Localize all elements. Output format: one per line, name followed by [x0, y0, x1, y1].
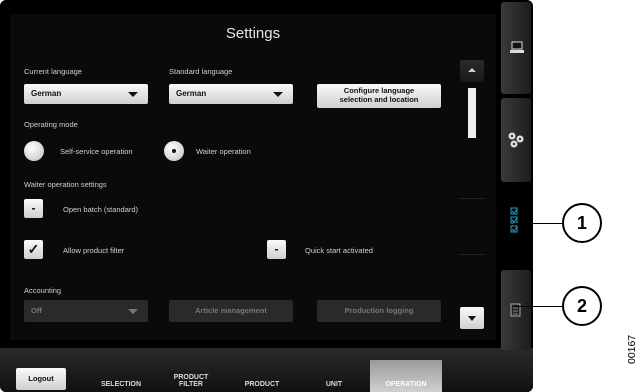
- side-tab-checklist[interactable]: [501, 186, 531, 266]
- arrow-up-icon: [468, 68, 476, 72]
- standard-language-label: Standard language: [169, 67, 233, 76]
- scroll-track-divider: [459, 254, 485, 255]
- radio-selected-dot: [172, 149, 176, 153]
- scroll-down-button[interactable]: [460, 307, 484, 329]
- bottom-navigation-bar: Logout SELECTION PRODUCT FILTER PRODUCT …: [0, 348, 533, 392]
- settings-scrollbar[interactable]: [457, 58, 487, 338]
- callout-1: 1: [562, 203, 602, 243]
- callout-2: 2: [562, 286, 602, 326]
- document-icon: [510, 303, 521, 317]
- arrow-down-icon: [468, 316, 476, 321]
- chevron-down-icon: [128, 309, 138, 314]
- document-id: 00167: [626, 334, 638, 364]
- tab-product-filter[interactable]: PRODUCT FILTER: [156, 360, 226, 392]
- waiter-operation-label: Waiter operation: [196, 147, 251, 156]
- production-logging-button[interactable]: Production logging: [317, 300, 441, 322]
- configure-language-button[interactable]: Configure language selection and locatio…: [317, 84, 441, 108]
- article-management-button[interactable]: Article management: [169, 300, 293, 322]
- accounting-label: Accounting: [24, 286, 62, 295]
- accounting-dropdown[interactable]: Off: [24, 300, 148, 322]
- current-language-value: German: [31, 89, 62, 98]
- tab-operation[interactable]: OPERATION: [370, 360, 442, 392]
- standard-language-dropdown[interactable]: German: [169, 84, 293, 104]
- logout-button[interactable]: Logout: [16, 368, 66, 390]
- side-tab-device[interactable]: [501, 2, 531, 94]
- device-screen: Settings Current language German Standar…: [0, 0, 533, 392]
- laptop-icon: [510, 41, 524, 53]
- settings-panel: Settings Current language German Standar…: [10, 14, 496, 340]
- tab-unit[interactable]: UNIT: [298, 360, 370, 392]
- open-batch-label: Open batch (standard): [63, 205, 139, 214]
- open-batch-toggle[interactable]: -: [24, 199, 43, 218]
- allow-product-filter-checkbox[interactable]: ✓: [24, 240, 43, 259]
- page-title: Settings: [225, 25, 281, 42]
- scroll-track-divider: [459, 198, 485, 199]
- tab-product[interactable]: PRODUCT: [226, 360, 298, 392]
- waiter-settings-label: Waiter operation settings: [24, 180, 107, 189]
- current-language-label: Current language: [24, 67, 82, 76]
- self-service-radio[interactable]: [24, 141, 44, 161]
- accounting-value: Off: [31, 306, 42, 315]
- side-tab-document[interactable]: [501, 270, 531, 350]
- units-icon: [508, 132, 524, 148]
- checklist-icon: [510, 207, 518, 233]
- chevron-down-icon: [273, 92, 283, 97]
- quick-start-toggle[interactable]: -: [267, 240, 286, 259]
- tab-product-filter-line2: FILTER: [179, 381, 203, 389]
- quick-start-label: Quick start activated: [305, 246, 373, 255]
- chevron-down-icon: [128, 92, 138, 97]
- scroll-thumb[interactable]: [468, 88, 476, 138]
- waiter-operation-radio[interactable]: [164, 141, 184, 161]
- standard-language-value: German: [176, 89, 207, 98]
- tab-product-filter-line1: PRODUCT: [173, 373, 209, 381]
- side-tab-units[interactable]: [501, 98, 531, 182]
- side-tab-bar: [497, 0, 533, 392]
- current-language-dropdown[interactable]: German: [24, 84, 148, 104]
- configure-button-line2: selection and location: [339, 95, 419, 104]
- allow-product-filter-label: Allow product filter: [63, 246, 125, 255]
- scroll-up-button[interactable]: [460, 60, 484, 82]
- operating-mode-label: Operating mode: [24, 120, 78, 129]
- self-service-label: Self-service operation: [60, 147, 133, 156]
- callout-2-line: [514, 306, 562, 307]
- tab-selection[interactable]: SELECTION: [86, 360, 156, 392]
- callout-1-line: [514, 223, 562, 224]
